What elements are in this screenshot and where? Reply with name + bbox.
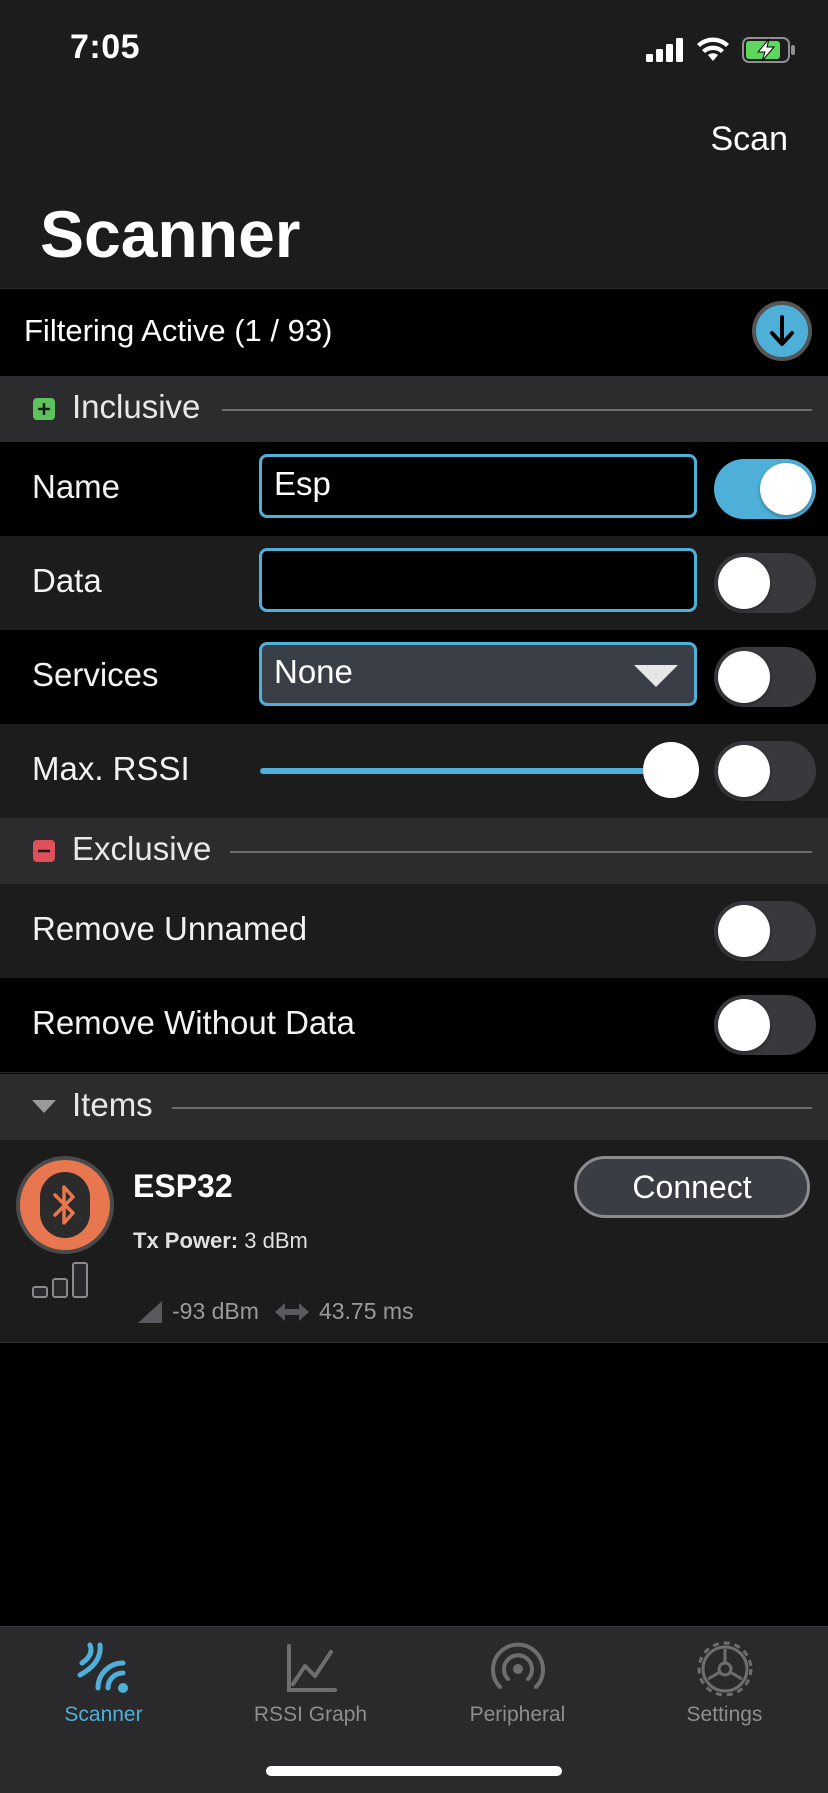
gear-icon bbox=[697, 1641, 752, 1697]
bluetooth-icon bbox=[53, 1185, 75, 1225]
tx-power-line: Tx Power: 3 dBm bbox=[133, 1228, 308, 1254]
broadcast-icon bbox=[490, 1642, 545, 1689]
tab-scanner[interactable]: Scanner bbox=[0, 1637, 207, 1727]
data-filter-label: Data bbox=[32, 562, 102, 599]
collapse-filters-button[interactable] bbox=[752, 301, 812, 361]
rssi-value: -93 dBm bbox=[172, 1298, 259, 1324]
exclusive-section-header: Exclusive bbox=[0, 818, 828, 884]
status-icons bbox=[646, 36, 796, 64]
tx-power-value: 3 dBm bbox=[244, 1228, 308, 1253]
services-filter-toggle[interactable] bbox=[714, 647, 816, 707]
divider bbox=[222, 409, 812, 411]
items-label: Items bbox=[72, 1086, 153, 1123]
interval-icon bbox=[274, 1302, 309, 1321]
filter-row-name: Name Esp bbox=[0, 442, 828, 537]
tab-settings[interactable]: Settings bbox=[621, 1637, 828, 1727]
remove-unnamed-label: Remove Unnamed bbox=[32, 910, 308, 947]
data-filter-input[interactable] bbox=[259, 548, 697, 612]
tab-settings-label: Settings bbox=[686, 1703, 763, 1726]
divider bbox=[230, 851, 812, 853]
device-avatar bbox=[16, 1156, 114, 1254]
tab-peripheral-label: Peripheral bbox=[469, 1703, 566, 1726]
filter-row-services: Services None bbox=[0, 630, 828, 725]
tx-power-label: Tx Power: bbox=[133, 1228, 239, 1253]
divider bbox=[172, 1107, 812, 1109]
connect-button[interactable]: Connect bbox=[574, 1156, 810, 1218]
tab-rssi-graph[interactable]: RSSI Graph bbox=[207, 1637, 414, 1727]
inclusive-section-header: Inclusive bbox=[0, 376, 828, 442]
dropdown-caret-icon bbox=[634, 665, 678, 687]
toggle-knob bbox=[718, 557, 770, 609]
rssi-filter-label: Max. RSSI bbox=[32, 750, 190, 787]
inclusive-label: Inclusive bbox=[72, 388, 201, 425]
services-filter-label: Services bbox=[32, 656, 159, 693]
name-filter-input[interactable]: Esp bbox=[259, 454, 697, 518]
name-filter-label: Name bbox=[32, 468, 121, 505]
signal-strength-icon bbox=[32, 1262, 88, 1298]
tab-scanner-label: Scanner bbox=[64, 1703, 143, 1726]
device-name: ESP32 bbox=[133, 1168, 233, 1204]
toggle-knob bbox=[718, 745, 770, 797]
rssi-icon bbox=[138, 1300, 162, 1323]
remove-unnamed-toggle[interactable] bbox=[714, 901, 816, 961]
scanner-icon bbox=[77, 1642, 128, 1693]
services-filter-select[interactable]: None bbox=[259, 642, 697, 706]
toggle-knob bbox=[718, 999, 770, 1051]
cellular-signal-icon bbox=[646, 38, 683, 62]
tab-rssi-graph-label: RSSI Graph bbox=[253, 1703, 368, 1726]
triangle-down-icon bbox=[32, 1100, 56, 1113]
toggle-knob bbox=[718, 651, 770, 703]
items-section-header[interactable]: Items bbox=[0, 1074, 828, 1140]
rssi-filter-toggle[interactable] bbox=[714, 741, 816, 801]
filter-status-text: Filtering Active (1 / 93) bbox=[24, 313, 333, 348]
name-filter-toggle[interactable] bbox=[714, 459, 816, 519]
home-indicator bbox=[266, 1766, 562, 1776]
arrow-down-icon bbox=[770, 315, 794, 346]
rssi-slider-thumb[interactable] bbox=[643, 742, 699, 798]
wifi-icon bbox=[697, 37, 729, 61]
services-selected-value: None bbox=[274, 653, 353, 690]
toggle-knob bbox=[760, 463, 812, 515]
filter-row-remove-without-data: Remove Without Data bbox=[0, 978, 828, 1073]
status-time: 7:05 bbox=[70, 28, 141, 66]
data-filter-toggle[interactable] bbox=[714, 553, 816, 613]
remove-without-data-label: Remove Without Data bbox=[32, 1004, 355, 1041]
page-title: Scanner bbox=[40, 197, 301, 271]
minus-icon bbox=[33, 840, 55, 862]
plus-icon bbox=[33, 398, 55, 420]
tab-peripheral[interactable]: Peripheral bbox=[414, 1637, 621, 1727]
exclusive-label: Exclusive bbox=[72, 830, 212, 867]
remove-without-data-toggle[interactable] bbox=[714, 995, 816, 1055]
filter-row-remove-unnamed: Remove Unnamed bbox=[0, 884, 828, 979]
battery-charging-icon bbox=[742, 37, 795, 63]
filter-row-rssi: Max. RSSI bbox=[0, 724, 828, 819]
device-meta: -93 dBm 43.75 ms bbox=[138, 1298, 414, 1325]
toggle-knob bbox=[718, 905, 770, 957]
rssi-slider-track[interactable] bbox=[260, 768, 670, 774]
filter-status-bar[interactable]: Filtering Active (1 / 93) bbox=[0, 288, 828, 377]
device-list-item[interactable]: ESP32 Tx Power: 3 dBm -93 dBm 43.75 ms C… bbox=[0, 1140, 828, 1343]
graph-icon bbox=[286, 1644, 337, 1692]
interval-value: 43.75 ms bbox=[318, 1298, 414, 1324]
filter-row-data: Data bbox=[0, 536, 828, 631]
scan-button[interactable]: Scan bbox=[711, 120, 789, 159]
